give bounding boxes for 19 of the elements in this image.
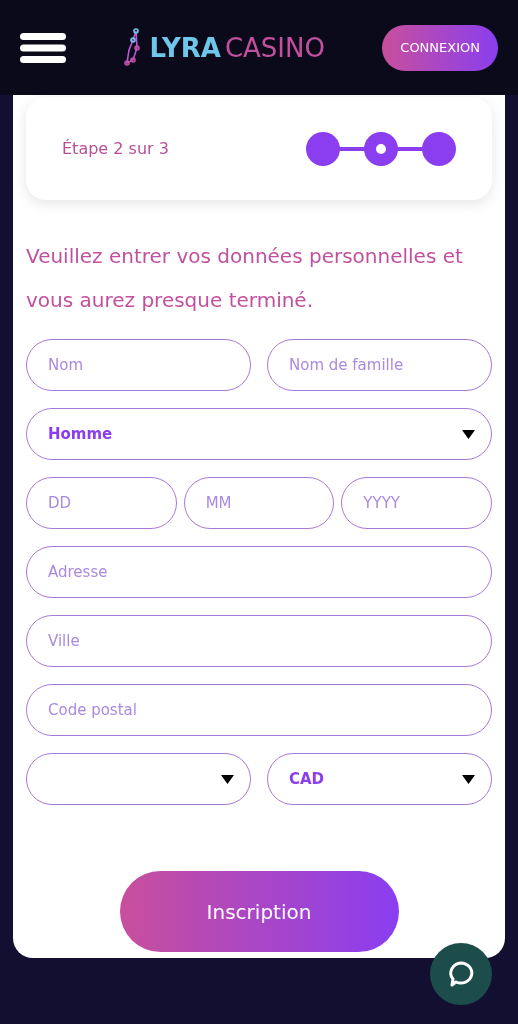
text-field[interactable]: DD (26, 477, 177, 529)
caret-icon (221, 774, 234, 784)
text-field[interactable]: Nom de famille (267, 339, 492, 391)
caret-icon (462, 429, 475, 439)
signup-button[interactable]: Inscription (119, 871, 399, 952)
text-field[interactable]: Ville (26, 615, 492, 667)
text-field[interactable]: MM (183, 477, 335, 529)
login-button[interactable]: CONNEXION (382, 24, 498, 71)
text-field[interactable]: Code postal (26, 684, 492, 736)
logo-text: CASINO (224, 32, 325, 63)
chat-icon (447, 960, 475, 988)
text-field[interactable]: YYYY (341, 477, 492, 529)
text-field[interactable]: Adresse (26, 546, 492, 598)
text-field[interactable]: Nom (26, 339, 251, 391)
caret-icon (462, 774, 475, 784)
menu-icon[interactable] (20, 32, 66, 63)
heading: Veuillez entrer vos données personnelles et vous aurez presque terminé. (26, 243, 464, 314)
step-label: Étape 2 sur 3 (62, 139, 169, 158)
logo-text: LYRA (149, 32, 221, 63)
